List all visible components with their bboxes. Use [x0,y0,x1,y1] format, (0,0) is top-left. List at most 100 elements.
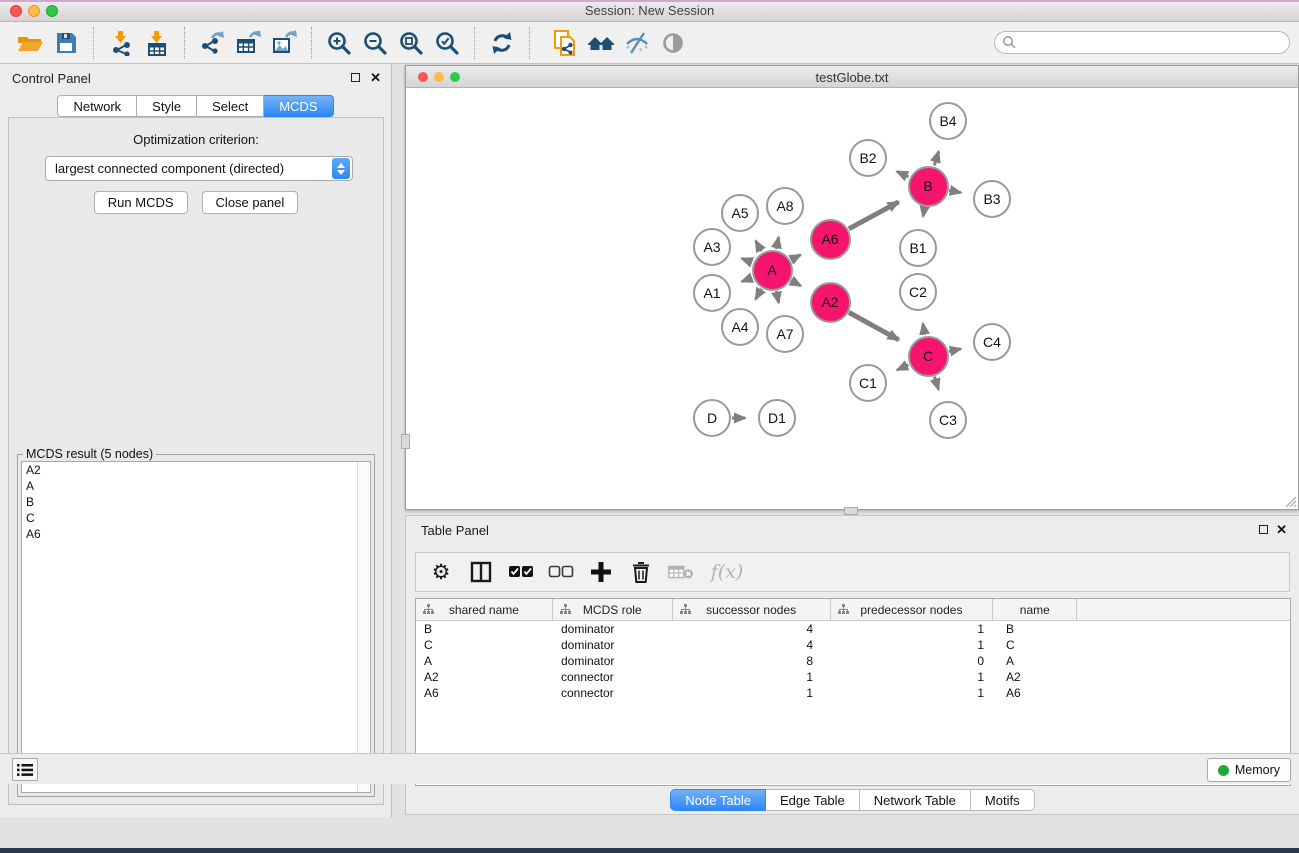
mcds-result-item[interactable]: A6 [22,526,370,542]
tab-node-table[interactable]: Node Table [670,789,766,811]
tab-edge-table[interactable]: Edge Table [766,789,860,811]
graph-node-B4[interactable]: B4 [929,102,967,140]
graph-node-A5[interactable]: A5 [721,194,759,232]
search-input[interactable] [1017,34,1289,52]
table-row[interactable]: A6connector11A6 [416,685,1290,701]
edge-A-A1[interactable] [742,278,752,282]
graph-node-A8[interactable]: A8 [766,187,804,225]
resize-grip-icon[interactable] [1283,494,1297,508]
open-file-button[interactable] [12,25,48,61]
float-panel-icon[interactable] [351,73,360,82]
graph-node-C[interactable]: C [908,336,949,377]
graph-node-C2[interactable]: C2 [899,273,937,311]
deselect-all-button[interactable] [548,559,574,585]
export-image-button[interactable] [266,25,302,61]
network-window-titlebar[interactable]: testGlobe.txt [406,66,1298,88]
edge-B-B2[interactable] [897,172,909,177]
export-table-button[interactable] [230,25,266,61]
mcds-result-list[interactable]: A2ABCA6 [21,461,371,793]
graph-node-C1[interactable]: C1 [849,364,887,402]
edge-B-B3[interactable] [949,190,961,192]
vertical-scroll-thumb[interactable] [401,434,410,449]
tab-network-table[interactable]: Network Table [860,789,971,811]
edge-A-A4[interactable] [756,289,762,299]
edge-C-C3[interactable] [934,377,938,390]
graph-node-B1[interactable]: B1 [899,229,937,267]
edge-A-A7[interactable] [776,291,778,303]
hide-graphics-button[interactable] [619,25,655,61]
graph-node-C4[interactable]: C4 [973,323,1011,361]
edge-C-C2[interactable] [923,324,925,335]
zoom-in-button[interactable] [321,25,357,61]
zoom-fit-button[interactable] [393,25,429,61]
column-header-MCDS-role[interactable]: MCDS role [553,599,673,621]
table-row[interactable]: Adominator80A [416,653,1290,669]
column-header-name[interactable]: name [993,599,1077,621]
scrollbar-track[interactable] [357,462,370,792]
network-canvas[interactable]: B4B2BB3A8A5A6A3B1AC2A1A2A4A7C4CC1C3DD1 [406,88,1298,509]
search-box[interactable] [994,31,1290,54]
graph-node-A7[interactable]: A7 [766,315,804,353]
export-network-button[interactable] [194,25,230,61]
table-row[interactable]: A2connector11A2 [416,669,1290,685]
run-mcds-button[interactable]: Run MCDS [94,191,188,214]
graph-node-B3[interactable]: B3 [973,180,1011,218]
tab-network[interactable]: Network [57,95,137,117]
graph-node-D[interactable]: D [693,399,731,437]
graph-node-A[interactable]: A [752,250,793,291]
copy-network-button[interactable] [547,25,583,61]
select-all-button[interactable] [508,559,534,585]
edge-C-C4[interactable] [949,349,961,352]
close-panel-icon[interactable]: ✕ [1276,522,1287,538]
edge-A-A6[interactable] [791,255,800,260]
import-table-button[interactable] [139,25,175,61]
horizontal-scroll-thumb[interactable] [844,507,858,515]
edge-B-B1[interactable] [923,207,924,216]
graph-node-A6[interactable]: A6 [810,219,851,260]
edge-A-A5[interactable] [756,241,762,251]
tab-select[interactable]: Select [197,95,264,117]
edge-C-C1[interactable] [897,365,908,370]
close-panel-icon[interactable]: ✕ [370,70,381,86]
tab-style[interactable]: Style [137,95,197,117]
zoom-selected-button[interactable] [429,25,465,61]
float-panel-icon[interactable] [1259,525,1268,534]
graph-node-D1[interactable]: D1 [758,399,796,437]
close-panel-button[interactable]: Close panel [202,191,299,214]
refresh-button[interactable] [484,25,520,61]
show-columns-button[interactable] [468,559,494,585]
mcds-result-item[interactable]: A2 [22,462,370,478]
edge-A6-B[interactable] [849,202,899,229]
edge-A-A2[interactable] [791,280,801,285]
mcds-result-item[interactable]: C [22,510,370,526]
graph-node-A4[interactable]: A4 [721,308,759,346]
criterion-select[interactable]: largest connected component (directed) [45,156,353,181]
graph-node-A3[interactable]: A3 [693,228,731,266]
edge-A-A3[interactable] [742,258,752,262]
edge-B-B4[interactable] [934,152,938,166]
edge-A-A8[interactable] [776,237,778,249]
task-history-button[interactable] [12,758,38,781]
show-graphics-button[interactable] [655,25,691,61]
add-row-button[interactable] [588,559,614,585]
table-row[interactable]: Bdominator41B [416,621,1290,637]
memory-button[interactable]: Memory [1207,758,1291,782]
table-row[interactable]: Cdominator41C [416,637,1290,653]
table-settings-button[interactable]: ⚙ [428,559,454,585]
edge-A2-C[interactable] [849,312,899,339]
mcds-result-item[interactable]: B [22,494,370,510]
zoom-out-button[interactable] [357,25,393,61]
graph-node-B2[interactable]: B2 [849,139,887,177]
tab-motifs[interactable]: Motifs [971,789,1035,811]
save-session-button[interactable] [48,25,84,61]
graph-node-A2[interactable]: A2 [810,282,851,323]
tab-mcds[interactable]: MCDS [264,95,333,117]
graph-node-B[interactable]: B [908,166,949,207]
delete-row-button[interactable] [628,559,654,585]
column-header-successor-nodes[interactable]: successor nodes [673,599,831,621]
mcds-result-item[interactable]: A [22,478,370,494]
column-header-shared-name[interactable]: shared name [416,599,553,621]
column-header-predecessor-nodes[interactable]: predecessor nodes [831,599,994,621]
home-views-button[interactable] [583,25,619,61]
import-network-button[interactable] [103,25,139,61]
